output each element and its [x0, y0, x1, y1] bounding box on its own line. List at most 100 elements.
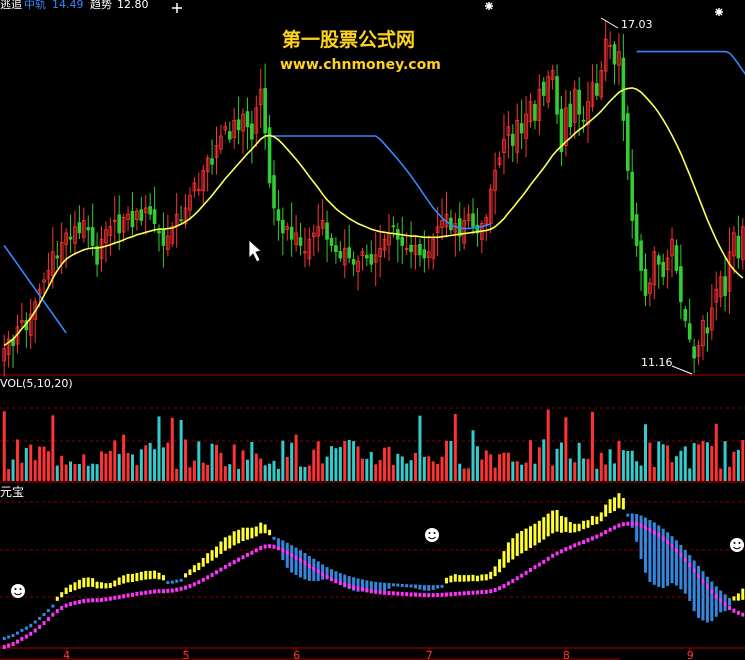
yuanbao-base-dot: [533, 565, 537, 570]
yuanbao-down-bar: [307, 556, 311, 581]
yuanbao-base-dot: [254, 548, 258, 553]
x-tick-label: 6: [293, 649, 300, 660]
yuanbao-base-dot: [582, 540, 586, 544]
yuanbao-base-dot: [400, 591, 404, 596]
volume-bar: [321, 463, 325, 481]
candle-body: [612, 44, 617, 65]
yuanbao-base-dot: [683, 558, 687, 562]
yuanbao-up-bar: [144, 570, 148, 580]
candle-body: [152, 209, 157, 224]
yuanbao-up-bar: [100, 582, 104, 589]
volume-bar: [2, 411, 6, 481]
volume-bar: [378, 460, 382, 481]
candle-body: [236, 119, 241, 131]
yuanbao-down-bar: [38, 616, 42, 620]
yuanbao-base-dot: [705, 584, 709, 589]
candle-body: [148, 206, 152, 215]
candle-body: [210, 158, 214, 165]
volume-bar: [626, 450, 630, 481]
candle-body: [643, 268, 648, 296]
yuanbao-base-dot: [179, 586, 183, 591]
volume-bar: [170, 417, 174, 481]
volume-bar: [590, 411, 594, 481]
yuanbao-up-bar: [254, 526, 258, 537]
yuanbao-down-bar: [387, 583, 391, 589]
yuanbao-up-bar: [617, 493, 621, 509]
candle-body: [325, 222, 329, 240]
volume-bar: [294, 434, 298, 481]
yuanbao-down-bar: [15, 631, 19, 635]
yuanbao-down-bar: [409, 584, 413, 588]
yuanbao-down-bar: [728, 598, 732, 606]
volume-bar: [24, 447, 28, 481]
volume-bar: [568, 458, 572, 481]
x-axis: 4 5 6 7 8 9: [63, 648, 694, 660]
yuanbao-base-dot: [613, 525, 617, 530]
yuanbao-base-dot: [7, 643, 11, 648]
yuanbao-base-dot: [657, 533, 661, 538]
yuanbao-up-bar: [555, 510, 559, 532]
volume-bar: [719, 468, 723, 481]
candle-body: [329, 237, 334, 246]
candlestick-chart: 4 5 6 7 8 9 逃追 中轨 14.49 趋势 12.80 第一股票公式网 www.…: [0, 0, 745, 660]
yuanbao-up-bar: [245, 527, 249, 540]
volume-bar: [46, 451, 50, 481]
yuanbao-down-bar: [697, 565, 701, 618]
candle-body: [289, 226, 294, 240]
volume-bar: [245, 459, 249, 481]
yuanbao-up-bar: [484, 574, 488, 581]
yuanbao-base-dot: [130, 592, 134, 597]
mouse-cursor-icon: [248, 239, 262, 263]
volume-bar: [657, 441, 661, 481]
volume-bar: [338, 447, 342, 481]
volume-bar: [422, 456, 426, 481]
yuanbao-base-dot: [542, 559, 546, 564]
yuanbao-base-dot: [188, 584, 192, 589]
yuanbao-up-bar: [599, 512, 603, 522]
yuanbao-down-bar: [272, 536, 276, 540]
yuanbao-up-bar: [232, 531, 236, 546]
candle-body: [95, 246, 99, 265]
yuanbao-down-bar: [175, 579, 179, 583]
yuanbao-up-bar: [130, 573, 134, 583]
candle-body: [692, 346, 696, 359]
volume-bar: [100, 451, 104, 481]
candle-body: [736, 235, 741, 259]
yuanbao-up-bar: [551, 510, 555, 534]
yuanbao-up-bar: [515, 533, 519, 556]
yuanbao-down-bar: [688, 555, 692, 601]
yuanbao-base-dot: [153, 589, 157, 594]
volume-panel-title: VOL(5,10,20): [0, 377, 73, 390]
yuanbao-up-bar: [449, 575, 453, 583]
yuanbao-down-bar: [290, 545, 294, 573]
candle-body: [661, 261, 665, 278]
candle-body: [161, 229, 166, 246]
candle-body: [723, 276, 727, 296]
volume-bar: [383, 447, 387, 481]
yuanbao-base-dot: [329, 577, 333, 582]
volume-bar: [493, 467, 497, 481]
candle-body: [139, 209, 144, 221]
yuanbao-down-bar: [299, 550, 303, 578]
yuanbao-up-bar: [104, 583, 108, 589]
yuanbao-up-bar: [537, 520, 541, 543]
yuanbao-down-bar: [405, 584, 409, 588]
yuanbao-down-bar: [383, 582, 387, 591]
x-tick-label: 5: [183, 649, 190, 660]
volume-bar: [108, 450, 112, 481]
volume-bar: [467, 468, 471, 481]
volume-bar: [214, 444, 218, 481]
smiley-icon: [730, 538, 744, 552]
volume-bar: [599, 452, 603, 481]
yuanbao-base-dot: [281, 548, 285, 553]
yuanbao-base-dot: [55, 609, 59, 613]
yuanbao-up-bar: [736, 593, 740, 601]
volume-bar: [701, 440, 705, 481]
yuanbao-base-dot: [263, 544, 267, 549]
volume-bar: [343, 441, 347, 481]
yuanbao-base-dot: [732, 608, 736, 613]
volume-bar: [697, 444, 701, 481]
volume-bar: [573, 462, 577, 481]
yuanbao-down-bar: [692, 560, 696, 612]
yuanbao-base-dot: [228, 562, 232, 567]
